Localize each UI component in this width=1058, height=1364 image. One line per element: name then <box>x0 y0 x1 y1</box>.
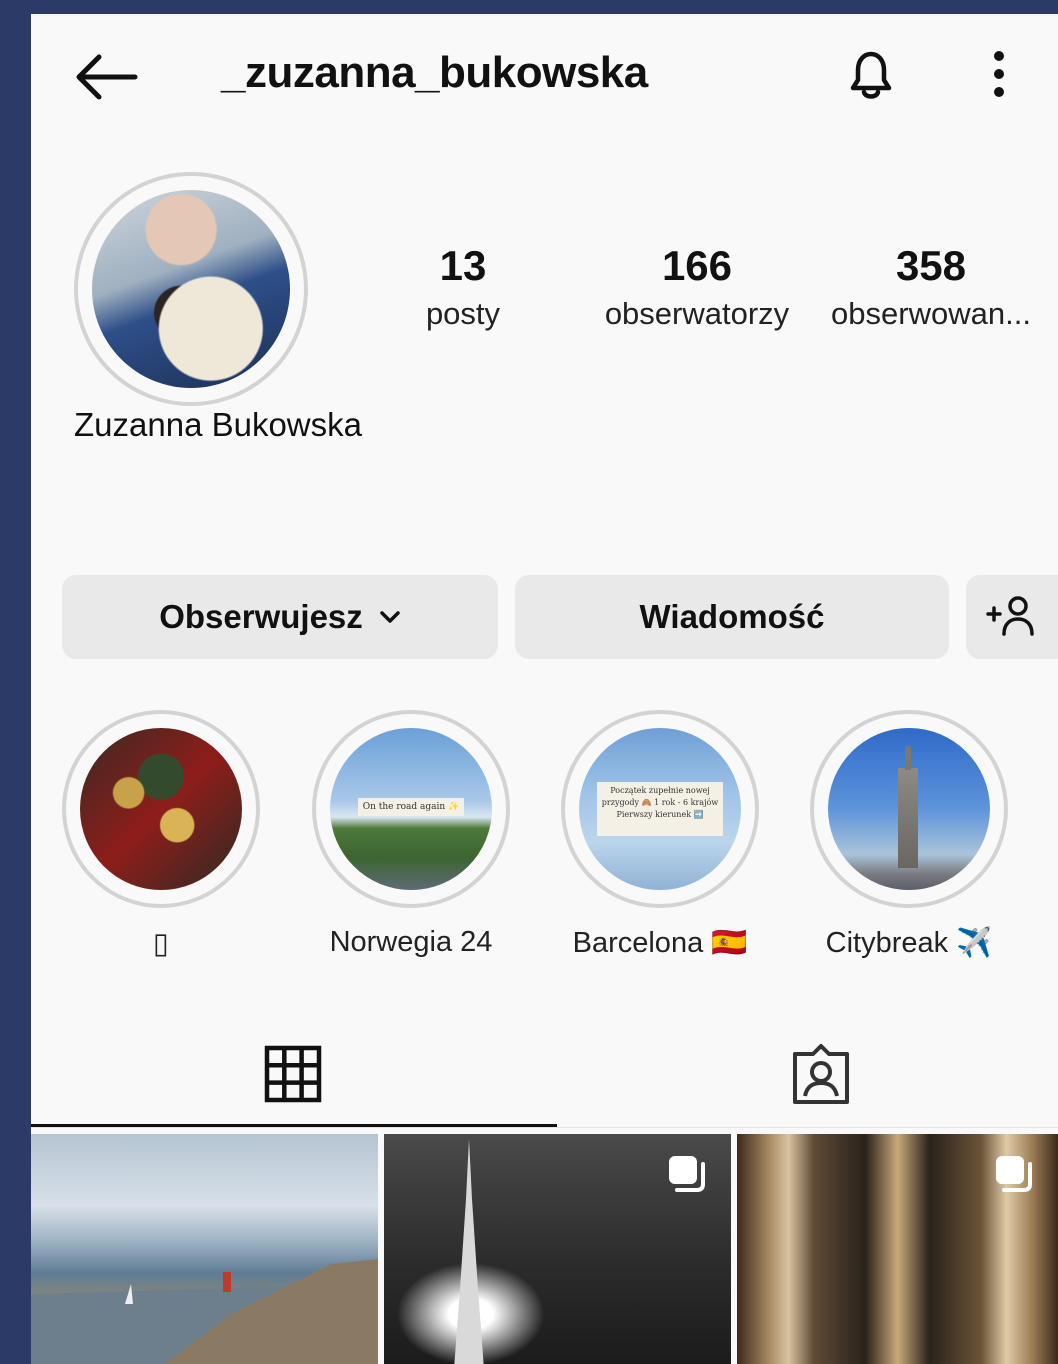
highlight-cover <box>828 728 990 890</box>
highlight-cover: Początek zupełnie nowej przygody 🙈 1 rok… <box>579 728 741 890</box>
post-thumbnail[interactable] <box>31 1134 378 1364</box>
post-thumbnail[interactable] <box>384 1134 731 1364</box>
multiple-photos-icon <box>669 1156 705 1192</box>
following-button-label: Obserwujesz <box>159 598 363 635</box>
highlight-ring[interactable] <box>810 710 1008 908</box>
stat-posts[interactable]: 13 posty <box>403 242 523 332</box>
suggested-people-button[interactable] <box>966 575 1058 659</box>
tab-posts-grid[interactable] <box>31 1024 557 1124</box>
highlight-cover <box>80 728 242 890</box>
notifications-button[interactable] <box>839 42 903 106</box>
highlight-ring[interactable] <box>62 710 260 908</box>
grid-icon <box>264 1045 322 1103</box>
tagged-icon <box>793 1044 849 1104</box>
highlight-cover-caption: Początek zupełnie nowej przygody 🙈 1 rok… <box>597 782 723 836</box>
profile-full-name: Zuzanna Bukowska <box>74 406 362 443</box>
multiple-photos-icon <box>996 1156 1032 1192</box>
stat-followers[interactable]: 166 obserwatorzy <box>591 242 803 332</box>
profile-username: _zuzanna_bukowska <box>221 48 648 97</box>
highlight-label: Barcelona 🇪🇸 <box>572 927 748 959</box>
more-options-button[interactable] <box>981 46 1017 106</box>
highlight-cover-caption: On the road again ✨ <box>358 798 464 816</box>
tab-divider <box>31 1127 1058 1128</box>
add-person-icon <box>986 596 1034 636</box>
highlight-ring[interactable]: Początek zupełnie nowej przygody 🙈 1 rok… <box>561 710 759 908</box>
highlight-label: Citybreak ✈️ <box>825 927 993 959</box>
arrow-left-icon <box>76 54 138 100</box>
chevron-down-icon <box>380 611 400 623</box>
more-vertical-icon <box>994 51 1004 97</box>
highlight-label: ▯ <box>153 928 169 960</box>
stat-posts-value: 13 <box>439 242 487 289</box>
highlight-label: Norwegia 24 <box>329 926 493 958</box>
stat-following[interactable]: 358 obserwowan... <box>821 242 1041 332</box>
message-button-label: Wiadomość <box>639 598 825 635</box>
tab-tagged[interactable] <box>557 1024 1058 1124</box>
following-button[interactable]: Obserwujesz <box>62 575 498 659</box>
highlight-item[interactable]: Początek zupełnie nowej przygody 🙈 1 rok… <box>560 710 760 960</box>
message-button[interactable]: Wiadomość <box>515 575 949 659</box>
lighthouse-image <box>31 1259 378 1364</box>
back-button[interactable] <box>71 52 141 102</box>
stat-following-value: 358 <box>895 242 967 289</box>
eiffel-tower-image <box>454 1139 484 1364</box>
highlight-item[interactable]: ▯ <box>61 710 261 961</box>
stat-followers-label: obserwatorzy <box>604 296 790 331</box>
profile-avatar-ring[interactable] <box>74 172 308 406</box>
stat-posts-label: posty <box>425 296 501 331</box>
stat-followers-value: 166 <box>661 242 733 289</box>
highlight-ring[interactable]: On the road again ✨ <box>312 710 510 908</box>
profile-screen: _zuzanna_bukowska Zuzanna Bukowska 13 po… <box>31 14 1058 1364</box>
bell-icon <box>850 51 892 99</box>
stat-following-label: obserwowan... <box>831 296 1031 331</box>
highlight-item[interactable]: Citybreak ✈️ <box>809 710 1009 960</box>
avatar <box>92 190 290 388</box>
top-bar: _zuzanna_bukowska <box>31 14 1058 134</box>
post-thumbnail[interactable] <box>737 1134 1058 1364</box>
palace-tower-image <box>898 746 918 868</box>
highlight-cover: On the road again ✨ <box>330 728 492 890</box>
highlight-item[interactable]: On the road again ✨ Norwegia 24 <box>311 710 511 959</box>
